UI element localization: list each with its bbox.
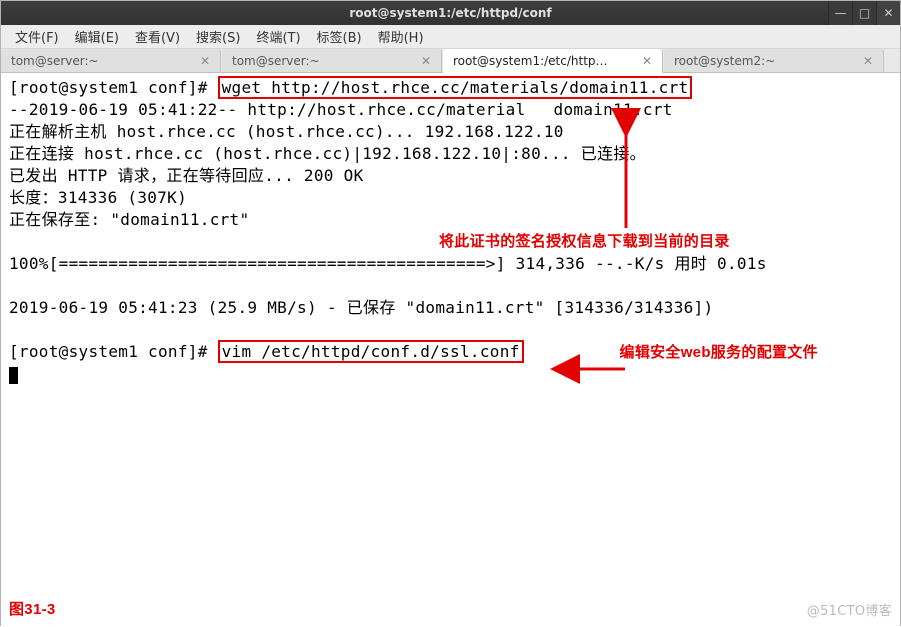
- menu-help[interactable]: 帮助(H): [370, 27, 432, 46]
- terminal-line: 正在解析主机 host.rhce.cc (host.rhce.cc)... 19…: [9, 121, 892, 143]
- terminal-line: 已发出 HTTP 请求，正在等待回应... 200 OK: [9, 165, 892, 187]
- tab-1[interactable]: tom@server:~ ✕: [1, 49, 221, 72]
- terminal-line: 正在连接 host.rhce.cc (host.rhce.cc)|192.168…: [9, 143, 892, 165]
- terminal-line: 100%[===================================…: [9, 253, 892, 275]
- menu-file[interactable]: 文件(F): [7, 27, 67, 46]
- terminal-line: --2019-06-19 05:41:22-- http://host.rhce…: [9, 99, 892, 121]
- tab-label: tom@server:~: [232, 54, 320, 68]
- terminal-line: 长度：314336 (307K): [9, 187, 892, 209]
- menubar: 文件(F) 编辑(E) 查看(V) 搜索(S) 终端(T) 标签(B) 帮助(H…: [1, 25, 900, 49]
- figure-label: 图31-3: [9, 599, 56, 621]
- tab-4[interactable]: root@system2:~ ✕: [664, 49, 884, 72]
- menu-edit[interactable]: 编辑(E): [67, 27, 127, 46]
- tab-close-icon[interactable]: ✕: [421, 54, 431, 68]
- minimize-button[interactable]: —: [828, 1, 852, 25]
- terminal-line: 2019-06-19 05:41:23 (25.9 MB/s) - 已保存 "d…: [9, 297, 892, 319]
- shell-prompt: [root@system1 conf]#: [9, 78, 208, 97]
- close-button[interactable]: ✕: [876, 1, 900, 25]
- highlighted-command-vim: vim /etc/httpd/conf.d/ssl.conf: [218, 340, 524, 363]
- menu-search[interactable]: 搜索(S): [188, 27, 248, 46]
- tab-close-icon[interactable]: ✕: [863, 54, 873, 68]
- maximize-button[interactable]: □: [852, 1, 876, 25]
- tab-2[interactable]: tom@server:~ ✕: [222, 49, 442, 72]
- window-titlebar: root@system1:/etc/httpd/conf — □ ✕: [1, 1, 900, 25]
- tab-label: root@system1:/etc/http…: [453, 54, 608, 68]
- menu-terminal[interactable]: 终端(T): [248, 27, 308, 46]
- shell-prompt: [root@system1 conf]#: [9, 342, 208, 361]
- menu-tabs[interactable]: 标签(B): [309, 27, 370, 46]
- tab-close-icon[interactable]: ✕: [642, 54, 652, 68]
- tab-3-active[interactable]: root@system1:/etc/http… ✕: [443, 49, 663, 73]
- tabbar: tom@server:~ ✕ tom@server:~ ✕ root@syste…: [1, 49, 900, 73]
- terminal-line: [root@system1 conf]# wget http://host.rh…: [9, 77, 892, 99]
- terminal-line: [9, 364, 892, 386]
- terminal-line: 正在保存至: "domain11.crt" 将此证书的签名授权信息下载到当前的目…: [9, 209, 892, 231]
- terminal-line: [root@system1 conf]# vim /etc/httpd/conf…: [9, 341, 892, 364]
- tab-close-icon[interactable]: ✕: [200, 54, 210, 68]
- menu-view[interactable]: 查看(V): [127, 27, 188, 46]
- highlighted-command-wget: wget http://host.rhce.cc/materials/domai…: [218, 76, 693, 99]
- watermark: @51CTO博客: [807, 601, 892, 623]
- annotation-edit-ssl-conf: 编辑安全web服务的配置文件: [620, 344, 818, 361]
- tab-label: tom@server:~: [11, 54, 99, 68]
- window-title: root@system1:/etc/httpd/conf: [349, 6, 551, 20]
- window-controls: — □ ✕: [828, 1, 900, 25]
- annotation-cert-download: 将此证书的签名授权信息下载到当前的目录: [439, 231, 730, 253]
- terminal-area[interactable]: [root@system1 conf]# wget http://host.rh…: [1, 73, 900, 627]
- text-cursor: [9, 367, 18, 384]
- tab-label: root@system2:~: [674, 54, 775, 68]
